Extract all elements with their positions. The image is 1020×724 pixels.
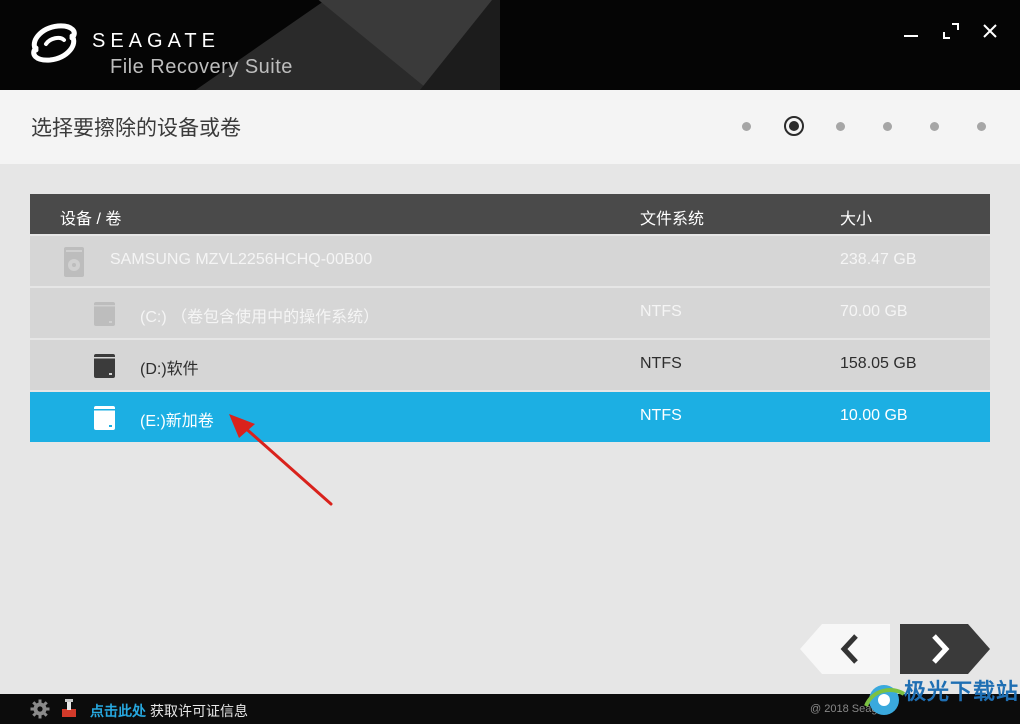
table-row-volume-c: (C:) （卷包含使用中的操作系统） NTFS 70.00 GB [30,288,990,338]
next-button[interactable] [900,624,990,674]
header-filesystem: 文件系统 [640,211,705,228]
back-button[interactable] [800,624,890,674]
step-indicator [730,116,1000,138]
title-bar: SEAGATE File Recovery Suite [0,0,1020,90]
step-dot [742,122,751,131]
table-row-device: SAMSUNG MZVL2256HCHQ-00B00 238.47 GB [30,236,990,286]
step-header: 选择要擦除的设备或卷 [0,90,1020,164]
row-size: 158.05 GB [840,355,917,372]
row-name: (D:)软件 [140,361,199,378]
header-size: 大小 [840,211,873,228]
volume-icon [94,354,115,378]
close-button[interactable] [977,18,1003,44]
row-name: (C:) （卷包含使用中的操作系统） [140,309,380,326]
row-size: 10.00 GB [840,407,908,424]
row-filesystem: NTFS [640,407,682,424]
row-name: SAMSUNG MZVL2256HCHQ-00B00 [110,251,373,268]
license-link[interactable]: 点击此处 [90,701,146,721]
license-text: 获取许可证信息 [150,703,248,719]
product-name: File Recovery Suite [110,56,293,78]
row-size: 70.00 GB [840,303,908,320]
table-row-volume-d[interactable]: (D:)软件 NTFS 158.05 GB [30,340,990,390]
brand-name: SEAGATE [92,30,220,52]
close-icon [983,24,997,38]
step-dot [883,122,892,131]
watermark-logo-icon [864,685,906,715]
volume-icon [94,406,115,430]
step-dot [836,122,845,131]
table-header: 设备 / 卷 文件系统 大小 [30,194,990,234]
minimize-icon [904,35,918,37]
maximize-icon [943,23,959,39]
volume-icon [94,302,115,326]
row-filesystem: NTFS [640,303,682,320]
gear-icon[interactable] [30,699,50,719]
step-dot [977,122,986,131]
maximize-button[interactable] [938,18,964,44]
seagate-logo-icon [31,23,77,63]
row-filesystem: NTFS [640,355,682,372]
step-dot-active [784,116,804,136]
license-icon [62,699,76,717]
watermark-text: 极光下载站 [904,679,1020,704]
row-size: 238.47 GB [840,251,917,268]
page-title: 选择要擦除的设备或卷 [31,117,241,140]
step-dot [930,122,939,131]
header-device: 设备 / 卷 [60,211,122,228]
row-name: (E:)新加卷 [140,413,214,430]
drive-icon [64,247,84,277]
table-row-volume-e[interactable]: (E:)新加卷 NTFS 10.00 GB [30,392,990,442]
device-table: 设备 / 卷 文件系统 大小 SAMSUNG MZVL2256HCHQ-00B0… [30,194,990,442]
header-decoration [420,0,500,90]
minimize-button[interactable] [898,18,924,44]
